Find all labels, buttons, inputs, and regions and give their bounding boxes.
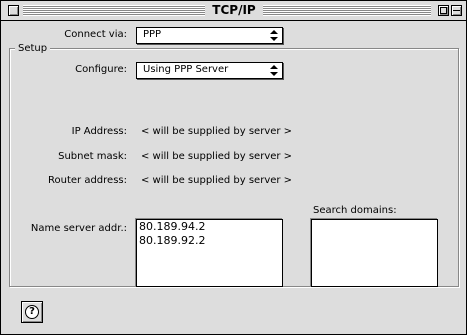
connect-via-popup[interactable]: PPP xyxy=(136,27,283,44)
collapse-box-icon[interactable] xyxy=(451,5,462,16)
router-address-value: < will be supplied by server > xyxy=(141,175,293,186)
name-server-entry[interactable]: 80.189.94.2 xyxy=(137,220,282,234)
search-domains-label: Search domains: xyxy=(313,205,397,216)
name-server-entry[interactable]: 80.189.92.2 xyxy=(137,234,282,248)
ip-address-label: IP Address: xyxy=(71,126,127,137)
tcpip-window: TCP/IP Connect via: PPP Setup Configure:… xyxy=(0,0,467,335)
title-bar-stripes-left xyxy=(23,5,205,16)
popup-arrows-icon xyxy=(270,30,278,41)
subnet-mask-value: < will be supplied by server > xyxy=(141,151,293,162)
configure-label: Configure: xyxy=(75,64,127,75)
window-title: TCP/IP xyxy=(212,3,256,17)
ip-address-value: < will be supplied by server > xyxy=(141,126,293,137)
connect-via-label: Connect via: xyxy=(64,29,127,40)
subnet-mask-label: Subnet mask: xyxy=(58,151,127,162)
search-domains-list[interactable] xyxy=(311,219,438,287)
title-bar[interactable]: TCP/IP xyxy=(1,1,466,21)
popup-arrows-icon xyxy=(270,65,278,76)
help-button[interactable]: ? xyxy=(21,301,43,323)
help-icon: ? xyxy=(25,305,39,319)
configure-popup[interactable]: Using PPP Server xyxy=(136,62,283,79)
configure-value: Using PPP Server xyxy=(143,64,229,75)
name-server-list[interactable]: 80.189.94.2 80.189.92.2 xyxy=(136,219,283,287)
setup-group-title: Setup xyxy=(15,43,51,55)
name-server-label: Name server addr.: xyxy=(30,223,127,234)
router-address-label: Router address: xyxy=(48,175,127,186)
title-bar-stripes-right xyxy=(263,5,431,16)
close-box-icon[interactable] xyxy=(8,5,19,16)
zoom-box-icon[interactable] xyxy=(438,5,449,16)
connect-via-value: PPP xyxy=(143,29,162,40)
